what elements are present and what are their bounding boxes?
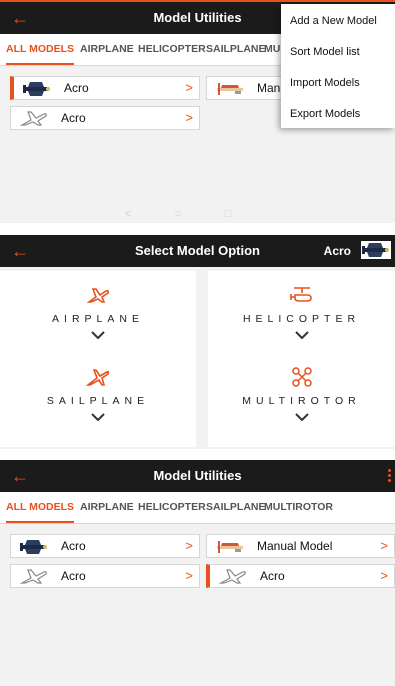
header-bar: ← Model Utilities	[0, 460, 395, 492]
select-model-option-screen: ← Select Model Option Acro AIRPLANE HELI…	[0, 235, 395, 449]
nav-back-icon[interactable]: <	[120, 206, 136, 222]
model-card-manual-model[interactable]: Manual Model >	[206, 534, 395, 558]
model-name: Acro	[64, 81, 89, 95]
glider-plane-icon	[215, 80, 245, 98]
tab-airplane[interactable]: AIRPLANE	[80, 492, 134, 523]
model-utilities-screen-menu: ← Model Utilities ALL MODELS AIRPLANE HE…	[0, 0, 395, 223]
glider-plane-icon	[215, 538, 245, 556]
more-options-icon[interactable]	[386, 468, 392, 484]
tab-multirotor[interactable]: MULTIROTOR	[264, 492, 333, 523]
chevron-right-icon: >	[185, 110, 193, 125]
chevron-down-icon	[91, 413, 105, 421]
helicopter-icon	[289, 287, 312, 302]
nav-recents-icon[interactable]: □	[220, 206, 236, 222]
chevron-right-icon: >	[380, 538, 388, 553]
options-menu: Add a New Model Sort Model list Import M…	[281, 4, 395, 128]
model-name: Acro	[61, 111, 86, 125]
model-card-acro-new[interactable]: Acro >	[206, 564, 395, 588]
generic-airplane-icon	[218, 568, 248, 586]
model-name: Manual Model	[257, 539, 333, 553]
menu-item-import-models[interactable]: Import Models	[290, 72, 360, 94]
generic-airplane-icon	[19, 568, 49, 586]
chevron-down-icon	[295, 413, 309, 421]
option-airplane[interactable]: AIRPLANE	[0, 271, 196, 365]
page-title: Model Utilities	[153, 468, 242, 483]
model-card-acro[interactable]: Acro >	[10, 106, 200, 130]
option-label: MULTIROTOR	[242, 395, 361, 407]
tab-sailplane[interactable]: SAILPLANE	[206, 492, 266, 523]
airplane-icon	[86, 288, 110, 303]
model-card-acro-warbird[interactable]: Acro >	[10, 76, 200, 100]
warbird-plane-icon	[19, 538, 49, 556]
option-label: HELICOPTER	[242, 313, 361, 325]
chevron-down-icon	[295, 331, 309, 339]
model-utilities-screen: ← Model Utilities ALL MODELS AIRPLANE HE…	[0, 460, 395, 686]
option-label: SAILPLANE	[46, 395, 150, 407]
tab-all-models[interactable]: ALL MODELS	[6, 492, 75, 523]
warbird-plane-icon	[22, 80, 52, 98]
tab-helicopter[interactable]: HELICOPTER	[138, 492, 206, 523]
option-sailplane[interactable]: SAILPLANE	[0, 353, 196, 447]
warbird-plane-icon	[361, 241, 391, 259]
nav-home-icon[interactable]: ○	[170, 206, 186, 222]
model-name: Acro	[260, 569, 285, 583]
tab-helicopter[interactable]: HELICOPTER	[138, 34, 206, 65]
generic-airplane-icon	[19, 110, 49, 128]
chevron-right-icon: >	[185, 80, 193, 95]
sailplane-icon	[86, 369, 110, 386]
tab-airplane[interactable]: AIRPLANE	[80, 34, 134, 65]
menu-item-export-models[interactable]: Export Models	[290, 103, 360, 125]
multirotor-icon	[291, 367, 312, 387]
model-name: Acro	[61, 569, 86, 583]
option-multirotor[interactable]: MULTIROTOR	[208, 353, 395, 447]
chevron-right-icon: >	[380, 568, 388, 583]
menu-item-add-new-model[interactable]: Add a New Model	[290, 10, 377, 32]
system-nav-bar: < ○ □	[120, 206, 250, 222]
chevron-down-icon	[91, 331, 105, 339]
option-helicopter[interactable]: HELICOPTER	[208, 271, 395, 365]
category-tabs: ALL MODELS AIRPLANE HELICOPTER SAILPLANE…	[0, 492, 395, 524]
tab-all-models[interactable]: ALL MODELS	[6, 34, 75, 65]
model-card-acro-warbird[interactable]: Acro >	[10, 534, 200, 558]
tab-sailplane[interactable]: SAILPLANE	[206, 34, 266, 65]
chevron-right-icon: >	[185, 568, 193, 583]
model-card-acro[interactable]: Acro >	[10, 564, 200, 588]
header-bar: ← Select Model Option Acro	[0, 235, 395, 267]
option-label: AIRPLANE	[52, 313, 144, 325]
menu-item-sort-model-list[interactable]: Sort Model list	[290, 41, 360, 63]
model-name: Acro	[61, 539, 86, 553]
current-model-name: Acro	[323, 244, 351, 258]
chevron-right-icon: >	[185, 538, 193, 553]
